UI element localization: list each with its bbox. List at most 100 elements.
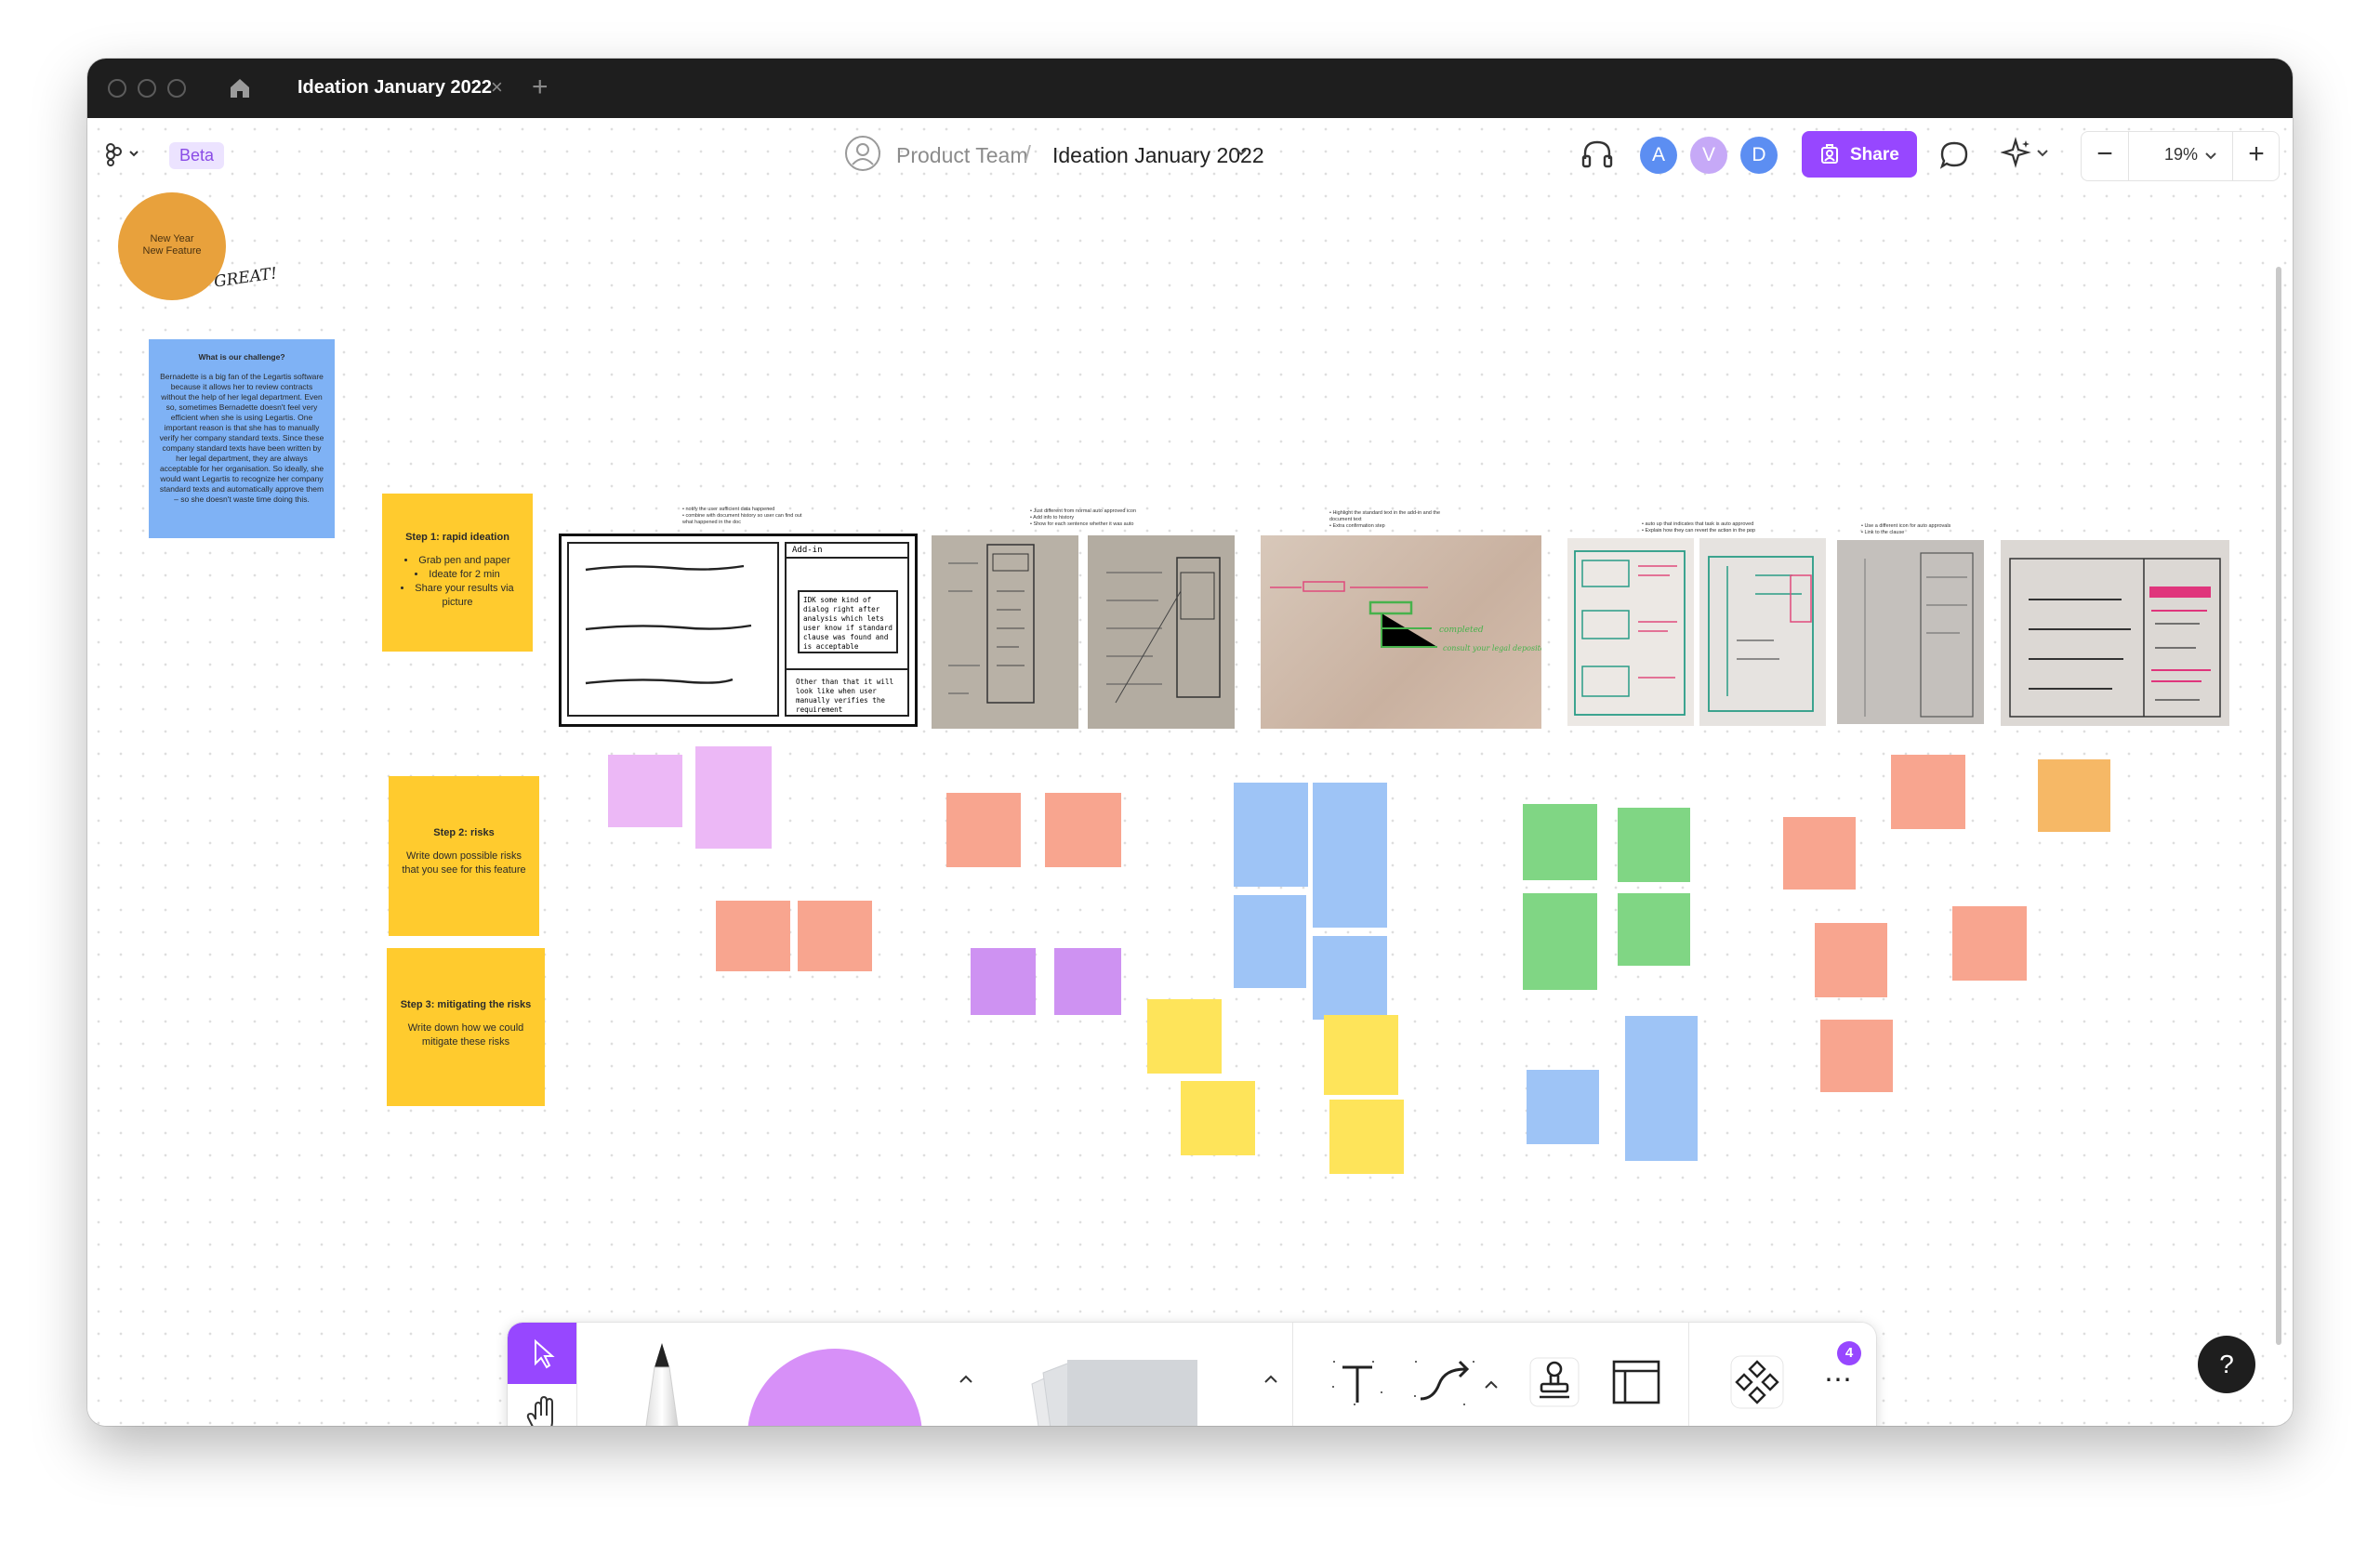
zoom-out-button[interactable]: − [2082,132,2128,180]
mini-sticky[interactable] [2038,759,2110,832]
zoom-in-button[interactable]: + [2232,132,2280,180]
sketch-photo-1[interactable] [932,535,1078,729]
scribble-lines [585,564,752,685]
tab-close-button[interactable]: × [491,75,503,99]
mini-sticky[interactable] [1045,793,1121,867]
sketch-note[interactable]: • Use a different icon for auto approval… [1861,523,1973,536]
addin-dialog: IDK some kind of dialog right after anal… [798,590,898,653]
sketch-photo-3[interactable]: completed consult your legal depositor a… [1261,535,1541,729]
team-name[interactable]: Product Team [896,143,1027,168]
mini-sticky[interactable] [1234,895,1306,988]
close-window-button[interactable] [108,79,126,98]
chevron-down-icon[interactable] [1235,148,1248,157]
hand-icon [526,1395,553,1426]
sketch-photo-2[interactable] [1088,535,1235,729]
sketch-drawing [1106,557,1221,704]
figjam-canvas[interactable]: Beta Product Team / Ideation January 202… [87,118,2293,1426]
new-tab-button[interactable]: + [532,72,549,103]
mini-sticky[interactable] [1523,804,1597,880]
help-button[interactable]: ? [2198,1336,2255,1393]
mini-sticky[interactable] [608,755,682,827]
step1-sticky[interactable]: Step 1: rapid ideation Grab pen and pape… [382,494,533,652]
sketch-note[interactable]: • Highlight the standard text in the add… [1329,510,1441,530]
new-year-circle[interactable]: New Year New Feature [118,192,226,300]
text-tool-icon[interactable] [1328,1352,1387,1412]
file-tab[interactable]: Ideation January 2022 × [281,59,532,118]
file-name[interactable]: Ideation January 2022 [1052,143,1264,168]
avatar-v[interactable]: V [1690,137,1727,174]
sketch-photo-5[interactable] [1699,538,1826,726]
share-label: Share [1850,145,1899,165]
sticky-note-tool-icon[interactable] [1015,1347,1210,1426]
avatar-a[interactable]: A [1640,137,1677,174]
mini-sticky[interactable] [1625,1016,1698,1161]
mini-sticky[interactable] [1147,999,1222,1074]
connector-tool-icon[interactable] [1411,1352,1514,1412]
title-bar: Ideation January 2022 × + [87,59,2293,118]
pen-tool-icon[interactable] [632,1343,692,1426]
mini-sticky[interactable] [1181,1081,1255,1155]
sketch-note[interactable]: • Just different from normal auto approv… [1030,508,1151,528]
home-icon[interactable] [227,75,253,101]
move-tool-button[interactable] [508,1323,576,1384]
step2-title: Step 2: risks [433,827,495,838]
sketch-note[interactable]: • auto up that indicates that task is au… [1642,521,1772,534]
zoom-window-button[interactable] [167,79,186,98]
hand-tool-button[interactable] [508,1384,576,1426]
mini-sticky[interactable] [1324,1015,1398,1095]
mini-sticky[interactable] [695,746,772,849]
comment-icon[interactable] [1937,138,1971,172]
mini-sticky[interactable] [971,948,1036,1015]
widgets-tool-icon[interactable] [1727,1352,1787,1412]
share-button[interactable]: Share [1802,131,1917,178]
headset-icon[interactable] [1580,138,1614,170]
great-handwriting: GREAT! [212,264,279,292]
step1-title: Step 1: rapid ideation [405,532,509,543]
more-tools-button[interactable]: ⋯ [1824,1364,1852,1396]
minimize-window-button[interactable] [138,79,156,98]
vertical-scrollbar[interactable] [2276,267,2281,1345]
mini-sticky[interactable] [716,901,790,971]
step1-item: Share your results via picture [391,582,523,610]
sketch-note[interactable]: • notify the user sufficient data happen… [682,507,803,526]
mini-sticky[interactable] [1234,783,1308,887]
sketch-drawing [1708,556,1814,712]
mini-sticky[interactable] [1891,755,1965,829]
mini-sticky[interactable] [1783,817,1856,890]
sketch-photo-6[interactable] [1837,540,1984,724]
mini-sticky[interactable] [1815,923,1887,997]
shape-caret-icon[interactable] [958,1369,974,1389]
zoom-chevron-icon[interactable] [2204,152,2217,161]
mini-sticky[interactable] [1618,808,1690,882]
sketch-photo-4[interactable] [1567,538,1694,726]
zoom-controls: − 19% + [2081,131,2280,181]
stamp-tool-icon[interactable] [1525,1352,1584,1412]
step3-title: Step 3: mitigating the risks [400,999,532,1010]
step3-sticky[interactable]: Step 3: mitigating the risks Write down … [387,948,545,1106]
ai-sparkle-icon[interactable] [2001,137,2053,170]
mini-sticky[interactable] [1329,1100,1404,1174]
team-icon [845,136,880,171]
mini-sticky[interactable] [1313,783,1387,928]
mini-sticky[interactable] [1820,1020,1893,1092]
step3-body: Write down how we could mitigate these r… [407,1022,524,1048]
mini-sticky[interactable] [1952,906,2027,981]
figma-menu-icon[interactable] [104,142,141,166]
mini-sticky[interactable] [798,901,872,971]
mini-sticky[interactable] [1527,1070,1599,1144]
photo-text-consult: consult your legal depositor and/or use … [1443,644,1541,652]
mini-sticky[interactable] [1313,936,1387,1020]
mini-sticky[interactable] [946,793,1021,867]
step2-sticky[interactable]: Step 2: risks Write down possible risks … [389,776,539,936]
sticky-caret-icon[interactable] [1263,1369,1279,1389]
section-tool-icon[interactable] [1606,1352,1666,1412]
mini-sticky[interactable] [1054,948,1121,1015]
wireframe-sketch[interactable]: Add-in IDK some kind of dialog right aft… [559,534,918,727]
addin-divider [787,668,907,670]
mini-sticky[interactable] [1523,893,1597,990]
avatar-d[interactable]: D [1740,137,1778,174]
sketch-photo-7[interactable] [2001,540,2229,726]
mini-sticky[interactable] [1618,893,1690,966]
shape-tool-button[interactable] [747,1349,922,1426]
challenge-sticky[interactable]: What is our challenge? Bernadette is a b… [149,339,335,538]
